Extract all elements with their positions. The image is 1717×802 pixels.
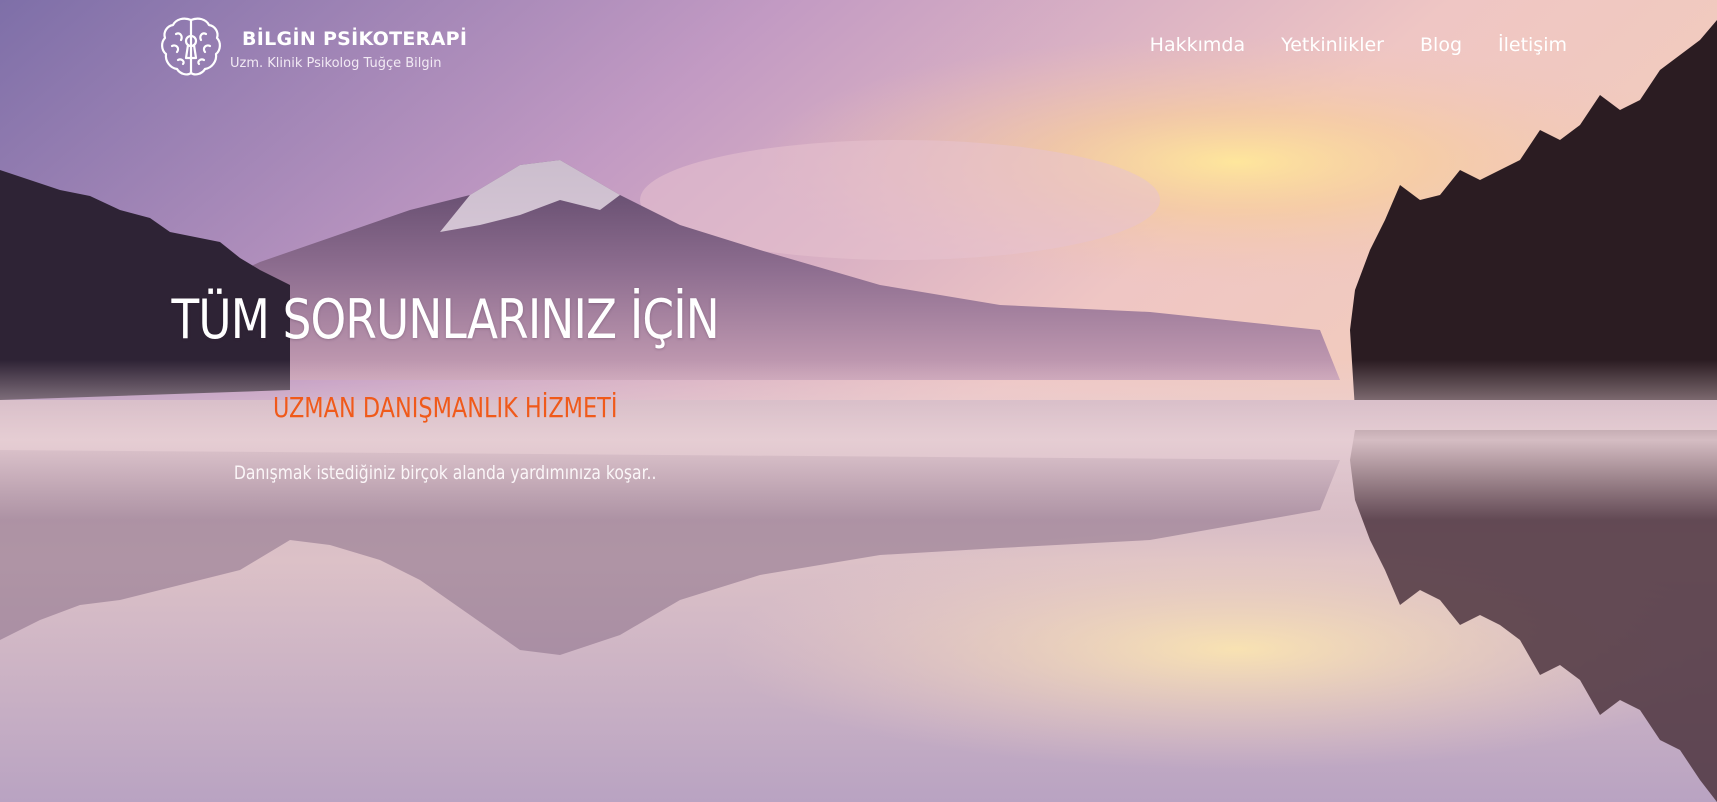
nav-link-blog[interactable]: Blog	[1420, 34, 1462, 56]
hero-subheadline: UZMAN DANIŞMANLIK HİZMETİ	[272, 391, 618, 424]
main-nav: Hakkımda Yetkinlikler Blog İletişim	[1114, 34, 1567, 56]
hero-tagline: Danışmak istediğiniz birçok alanda yardı…	[233, 462, 657, 484]
brand-subtitle: Uzm. Klinik Psikolog Tuğçe Bilgin	[230, 55, 442, 71]
nav-link-hakkimda[interactable]: Hakkımda	[1150, 34, 1245, 56]
nav-link-yetkinlikler[interactable]: Yetkinlikler	[1281, 34, 1384, 56]
brain-keyhole-icon	[161, 17, 221, 76]
hero-headline: TÜM SORUNLARINIZ İÇİN	[171, 288, 719, 351]
brand-title: BİLGİN PSİKOTERAPİ	[242, 27, 468, 50]
nav-link-iletisim[interactable]: İletişim	[1498, 34, 1567, 56]
brand[interactable]: BİLGİN PSİKOTERAPİ Uzm. Klinik Psikolog …	[158, 14, 467, 80]
